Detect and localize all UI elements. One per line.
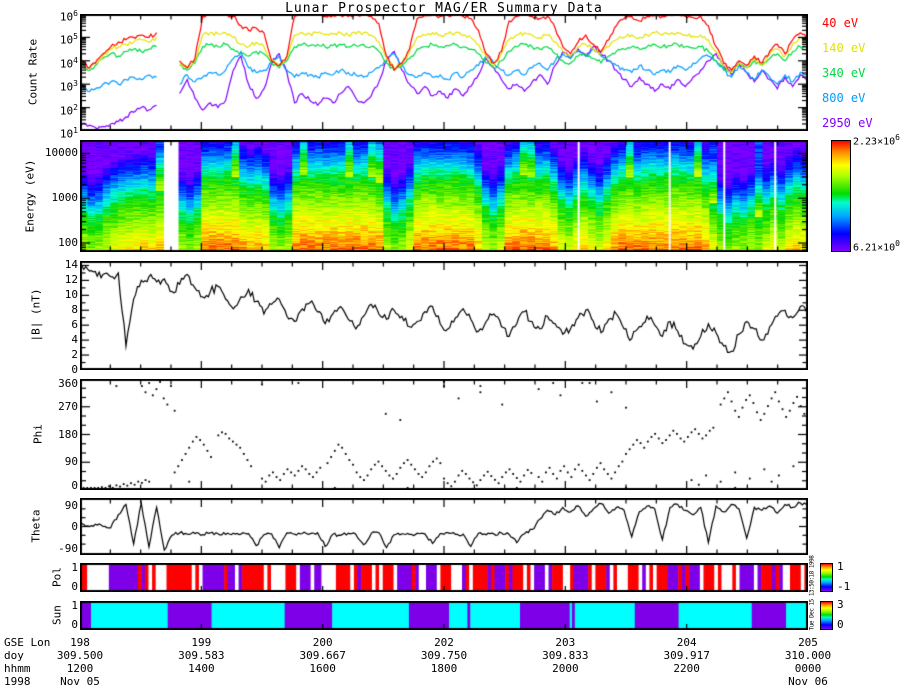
time-axis-column: 203 309.833 2000 — [542, 636, 589, 675]
ytick-label: 4 — [71, 333, 78, 347]
creation-timestamp: Tue Dec 15 13:50:18 1998 — [808, 555, 816, 631]
ytick-label: 0 — [71, 618, 78, 631]
ytick-label: 10 — [64, 288, 78, 302]
legend-item: 140 eV — [822, 41, 866, 55]
theta-plot-canvas — [80, 498, 808, 555]
time-axis-column: 200 309.667 1600 — [299, 636, 346, 675]
legend-item: 40 eV — [822, 16, 859, 30]
ytick-label: 2 — [71, 348, 78, 362]
ytick-label: 360 — [58, 377, 78, 390]
legend-item: 2950 eV — [822, 116, 873, 130]
pol-colorbar-max-label: 1 — [837, 560, 844, 573]
pol-bar-canvas — [80, 563, 808, 592]
sun-colorbar — [820, 601, 833, 630]
time-axis-column: 205 310.000 0000 Nov 06 — [784, 636, 832, 688]
sun-colorbar-max-label: 3 — [837, 598, 844, 611]
figure-root: Lunar Prospector MAG/ER Summary Data Cou… — [0, 0, 900, 700]
ytick-label: 180 — [58, 427, 78, 441]
ytick-label: 90 — [64, 499, 78, 512]
time-axis-column: 202 309.750 1800 — [420, 636, 468, 675]
count-rate-axis-label: Count Rate — [26, 38, 40, 106]
ytick-label: -90 — [58, 542, 78, 555]
ytick-label: 0 — [71, 580, 78, 593]
time-axis-column: 199 309.583 1400 — [178, 636, 225, 675]
ytick-label: 270 — [58, 399, 78, 413]
ytick-label: 1000 — [51, 191, 79, 205]
sun-colorbar-min-label: 0 — [837, 618, 844, 631]
ytick-label: 6 — [71, 318, 78, 332]
sun-bar-canvas — [80, 601, 808, 630]
ytick-label: 100 — [58, 236, 78, 249]
count-rate-plot-canvas — [80, 14, 808, 131]
ytick-label: 102 — [59, 102, 78, 118]
phi-scatter-canvas — [80, 379, 808, 490]
ytick-label: 0 — [71, 519, 78, 533]
b-magnitude-plot-canvas — [80, 261, 808, 370]
ytick-label: 103 — [59, 79, 78, 94]
legend-item: 800 eV — [822, 91, 866, 105]
time-axis-column: 198 309.500 1200 Nov 05 — [56, 636, 104, 688]
pol-colorbar-min-label: -1 — [837, 580, 851, 593]
ytick-label: 104 — [59, 55, 78, 71]
ytick-label: 101 — [59, 126, 78, 141]
ytick-label: 105 — [59, 32, 78, 48]
ytick-label: 12 — [64, 273, 78, 287]
spectrogram-colorbar — [831, 140, 851, 252]
colorbar-min-label: 6.21×100 — [853, 239, 900, 254]
ytick-label: 1 — [71, 599, 78, 612]
ytick-label: 8 — [71, 303, 78, 317]
ytick-label: 14 — [64, 258, 78, 272]
colorbar-max-label: 2.23×106 — [853, 133, 900, 148]
energy-spectrogram-canvas — [80, 140, 808, 252]
ytick-label: 0 — [71, 363, 78, 376]
ytick-label: 0 — [71, 479, 78, 492]
legend-item: 340 eV — [822, 66, 866, 80]
ytick-label: 106 — [59, 9, 78, 24]
pol-colorbar — [820, 563, 833, 592]
ytick-label: 10000 — [44, 146, 78, 160]
ytick-label: 90 — [64, 455, 78, 469]
ytick-label: 1 — [71, 561, 78, 574]
time-axis-column: 204 309.917 2200 — [663, 636, 710, 675]
